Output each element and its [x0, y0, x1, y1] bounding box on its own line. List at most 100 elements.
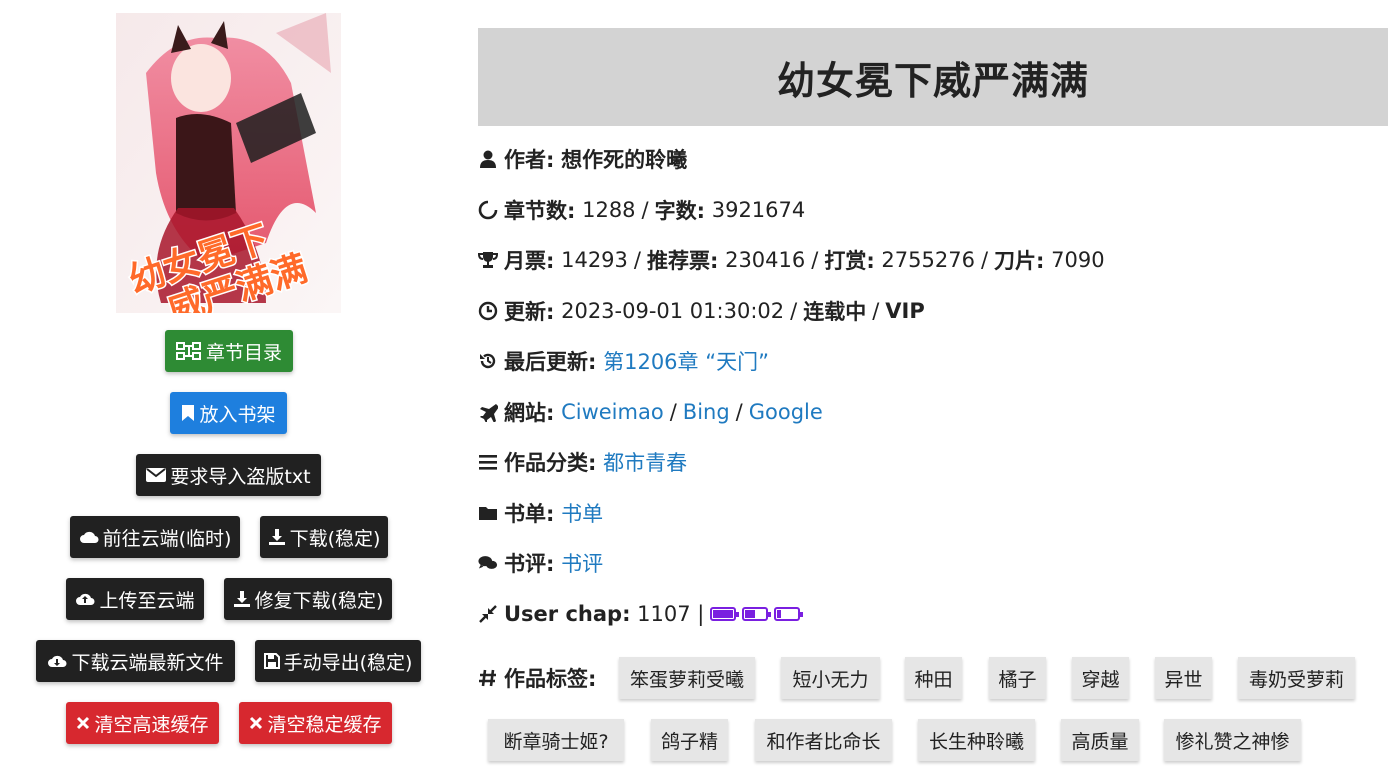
request-import-label: 要求导入盗版txt	[170, 465, 311, 488]
clear-stable-cache-button[interactable]: 清空稳定缓存	[239, 702, 392, 744]
tag-item[interactable]: 断章骑士姬?	[488, 719, 624, 761]
download-cloud-latest-label: 下载云端最新文件	[71, 651, 224, 674]
site-row: 網站: Ciweimao / Bing / Google	[478, 395, 823, 429]
bookmark-icon	[182, 405, 195, 421]
request-import-button[interactable]: 要求导入盗版txt	[136, 454, 321, 496]
tag-item[interactable]: 穿越	[1072, 657, 1129, 699]
manual-export-label: 手动导出(稳定)	[283, 651, 413, 674]
history-icon	[478, 351, 498, 371]
vip-text: VIP	[885, 299, 925, 323]
site-link-google[interactable]: Google	[749, 400, 823, 424]
envelope-icon	[146, 468, 167, 482]
hashtag-icon	[478, 668, 498, 688]
author-name: 想作死的聆曦	[561, 148, 688, 172]
site-link-bing[interactable]: Bing	[683, 400, 730, 424]
words-value: 3921674	[711, 198, 806, 222]
close-icon	[77, 716, 90, 730]
monthly-value: 14293	[561, 248, 628, 272]
last-update-label: 最后更新:	[504, 350, 597, 374]
spinner-icon	[478, 200, 498, 220]
tag-item[interactable]: 鸽子精	[651, 719, 728, 761]
review-link[interactable]: 书评	[561, 548, 603, 578]
tag-item[interactable]: 长生种聆曦	[918, 719, 1035, 761]
goto-cloud-button[interactable]: 前往云端(临时)	[70, 516, 240, 558]
download-stable-button[interactable]: 下载(稳定)	[260, 516, 388, 558]
clear-fast-cache-label: 清空高速缓存	[94, 713, 209, 736]
download-icon	[268, 529, 285, 545]
chapter-list-button[interactable]: 章节目录	[165, 330, 293, 372]
votes-row: 月票: 14293 / 推荐票: 230416 / 打赏: 2755276 / …	[478, 243, 1105, 277]
site-label: 網站:	[504, 401, 555, 425]
tag-item[interactable]: 短小无力	[781, 657, 880, 699]
tag-item[interactable]: 种田	[905, 657, 962, 699]
cloud-upload-icon	[76, 593, 95, 605]
tag-item[interactable]: 高质量	[1061, 719, 1139, 761]
review-label: 书评:	[504, 552, 555, 576]
repair-download-button[interactable]: 修复下载(稳定)	[224, 578, 392, 620]
book-title: 幼女冕下威严满满	[776, 58, 1089, 103]
clear-stable-cache-label: 清空稳定缓存	[267, 713, 382, 736]
battery-half-icon	[742, 607, 772, 621]
recommend-value: 230416	[725, 248, 806, 272]
tag-item[interactable]: 笨蛋萝莉受曦	[619, 657, 755, 699]
compress-icon	[478, 604, 498, 624]
user-chap-row: User chap: 1107 |	[478, 597, 804, 631]
booklist-link[interactable]: 书单	[561, 498, 603, 528]
download-icon	[233, 591, 250, 607]
update-label: 更新:	[504, 300, 555, 324]
goto-cloud-label: 前往云端(临时)	[102, 527, 232, 550]
book-title-bar: 幼女冕下威严满满	[478, 28, 1388, 126]
tags-row: 作品标签:	[478, 661, 596, 695]
clock-icon	[478, 301, 498, 321]
clear-fast-cache-button[interactable]: 清空高速缓存	[66, 702, 219, 744]
tag-item[interactable]: 毒奶受萝莉	[1238, 657, 1355, 699]
chapters-value: 1288	[582, 198, 636, 222]
category-row: 作品分类: 都市青春	[478, 445, 687, 479]
category-label: 作品分类:	[504, 451, 597, 475]
cloud-download-icon	[48, 655, 67, 667]
category-link[interactable]: 都市青春	[603, 447, 687, 477]
user-icon	[478, 149, 498, 169]
booklist-row: 书单: 书单	[478, 496, 603, 530]
tag-item[interactable]: 惨礼赞之神惨	[1164, 719, 1301, 761]
booklist-label: 书单:	[504, 502, 555, 526]
trophy-icon	[478, 250, 498, 270]
sitemap-icon	[175, 342, 201, 360]
plane-icon	[478, 402, 498, 422]
tag-item[interactable]: 异世	[1155, 657, 1212, 699]
blade-label: 刀片:	[994, 249, 1045, 273]
last-chapter-link[interactable]: 第1206章 “天门”	[603, 346, 769, 376]
blade-value: 7090	[1051, 248, 1105, 272]
status-text: 连载中	[803, 300, 867, 324]
add-to-bookshelf-button[interactable]: 放入书架	[170, 392, 287, 434]
bookshelf-label: 放入书架	[199, 403, 276, 426]
download-stable-label: 下载(稳定)	[289, 527, 381, 550]
author-row: 作者: 想作死的聆曦	[478, 142, 687, 176]
site-link-ciweimao[interactable]: Ciweimao	[561, 400, 664, 424]
repair-download-label: 修复下载(稳定)	[254, 589, 384, 612]
book-cover-image[interactable]: 幼女冕下 威严满满	[116, 13, 341, 313]
folder-icon	[478, 503, 498, 523]
reward-label: 打赏:	[824, 249, 875, 273]
words-label: 字数:	[654, 199, 706, 223]
upload-cloud-label: 上传至云端	[99, 589, 195, 612]
comments-icon	[478, 553, 498, 573]
chapters-row: 章节数: 1288 / 字数: 3921674	[478, 193, 805, 227]
user-chap-separator: |	[697, 602, 705, 626]
user-chap-label: User chap:	[504, 602, 631, 626]
chapters-label: 章节数:	[504, 199, 576, 223]
update-time: 2023-09-01 01:30:02	[561, 299, 785, 323]
tag-item[interactable]: 和作者比命长	[755, 719, 892, 761]
cloud-icon	[79, 531, 99, 543]
close-icon	[250, 716, 263, 730]
list-icon	[478, 452, 498, 472]
chapter-list-label: 章节目录	[205, 341, 282, 364]
author-label: 作者:	[504, 148, 555, 172]
manual-export-button[interactable]: 手动导出(稳定)	[255, 640, 421, 682]
download-cloud-latest-button[interactable]: 下载云端最新文件	[36, 640, 235, 682]
upload-cloud-button[interactable]: 上传至云端	[66, 578, 204, 620]
tags-label: 作品标签:	[504, 667, 597, 691]
recommend-label: 推荐票:	[646, 249, 719, 273]
monthly-label: 月票:	[504, 249, 555, 273]
tag-item[interactable]: 橘子	[989, 657, 1046, 699]
